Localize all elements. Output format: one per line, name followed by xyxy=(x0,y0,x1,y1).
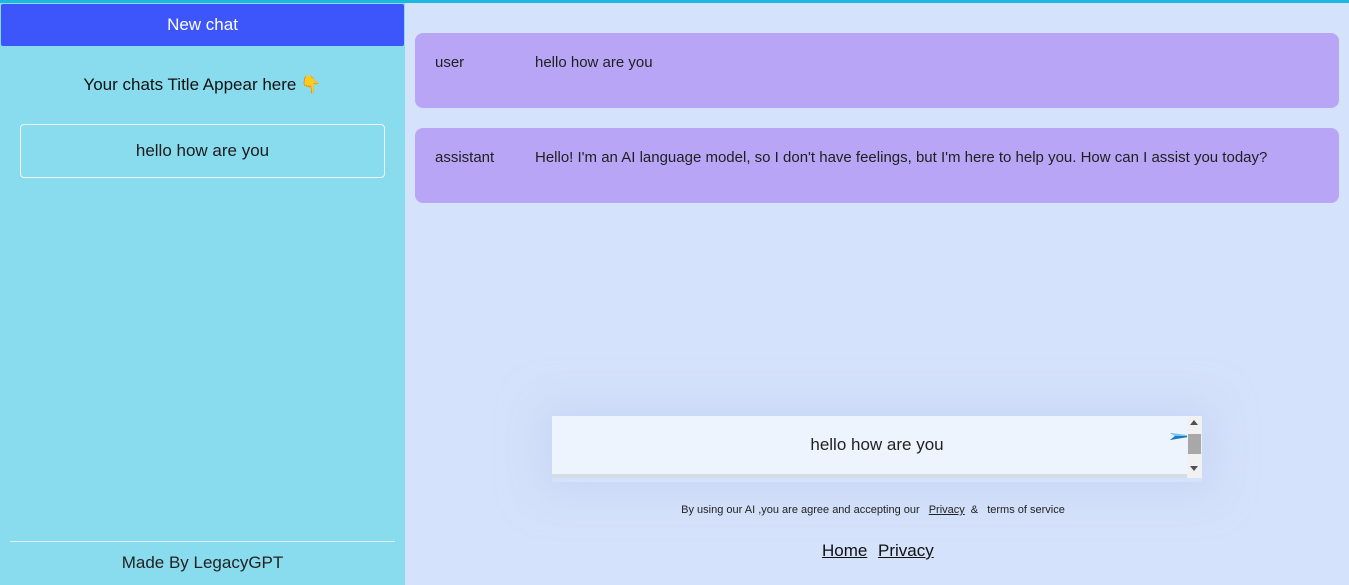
disclaimer-privacy-link[interactable]: Privacy xyxy=(929,504,965,516)
chats-title: Your chats Title Appear here 👇 xyxy=(0,75,405,95)
message-content: hello how are you xyxy=(535,54,653,71)
chat-history-item-label: hello how are you xyxy=(135,141,270,160)
footer-privacy-link[interactable]: Privacy xyxy=(878,541,934,561)
scroll-down-arrow-icon[interactable] xyxy=(1190,466,1198,471)
message-role: assistant xyxy=(435,149,495,166)
message-content: Hello! I'm an AI language model, so I do… xyxy=(535,149,1268,166)
chat-history-item[interactable]: hello how are you xyxy=(20,124,385,178)
terms-disclaimer: By using our AI ,you are agree and accep… xyxy=(552,504,1194,516)
chat-input-container: hello how are you xyxy=(552,416,1202,482)
sidebar: New chat Your chats Title Appear here 👇 h… xyxy=(0,3,405,585)
new-chat-button[interactable]: New chat xyxy=(1,4,404,46)
sidebar-divider xyxy=(10,541,395,542)
message-user: user hello how are you xyxy=(415,33,1339,108)
chats-title-text: Your chats Title Appear here xyxy=(83,75,297,94)
scroll-thumb[interactable] xyxy=(1188,434,1201,454)
message-assistant: assistant Hello! I'm an AI language mode… xyxy=(415,128,1339,203)
chat-input[interactable]: hello how are you xyxy=(552,416,1202,478)
footer-home-link[interactable]: Home xyxy=(822,541,867,561)
made-by-credit: Made By LegacyGPT xyxy=(121,553,284,572)
scroll-up-arrow-icon[interactable] xyxy=(1190,420,1198,425)
disclaimer-text: By using our AI ,you are agree and accep… xyxy=(681,504,920,516)
message-role: user xyxy=(435,54,465,71)
disclaimer-terms: terms of service xyxy=(987,504,1065,516)
input-scrollbar[interactable] xyxy=(1187,416,1202,478)
disclaimer-ampersand: & xyxy=(970,504,979,516)
pointing-down-icon: 👇 xyxy=(300,75,322,94)
